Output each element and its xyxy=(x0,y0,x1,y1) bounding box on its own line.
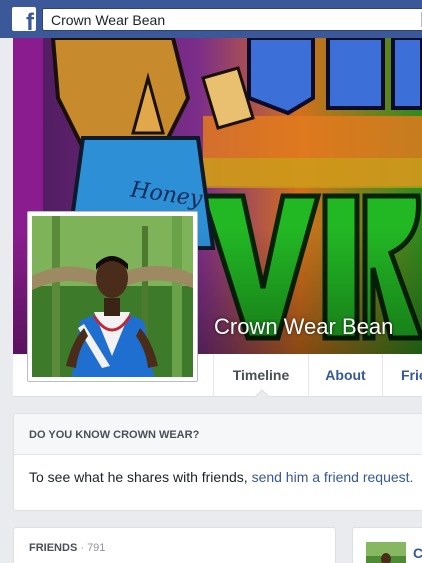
profile-name[interactable]: Crown Wear Bean xyxy=(214,314,393,340)
friends-separator: · xyxy=(77,542,88,554)
friends-box: FRIENDS · 791 xyxy=(13,527,336,563)
prompt-text: To see what he shares with friends, xyxy=(29,469,252,485)
avatar[interactable] xyxy=(366,542,406,563)
prompt-body: To see what he shares with friends, send… xyxy=(14,455,422,485)
timeline-post: C xyxy=(352,527,422,563)
avatar-photo xyxy=(366,542,406,563)
profile-photo xyxy=(32,216,193,377)
facebook-logo-icon[interactable]: f xyxy=(12,7,36,31)
prompt-title: DO YOU KNOW CROWN WEAR? xyxy=(14,414,422,455)
active-tab-caret-icon xyxy=(255,389,269,397)
add-friend-prompt: DO YOU KNOW CROWN WEAR? To see what he s… xyxy=(13,413,422,511)
search-input[interactable] xyxy=(43,9,413,30)
post-author-name[interactable]: C xyxy=(413,545,422,561)
tab-about[interactable]: About xyxy=(309,354,383,397)
top-nav-bar: f xyxy=(0,0,422,38)
send-friend-request-link[interactable]: send him a friend request. xyxy=(252,469,414,485)
friends-title[interactable]: FRIENDS xyxy=(29,542,77,554)
search-box[interactable] xyxy=(42,8,422,31)
tab-friends[interactable]: Friends xyxy=(383,354,422,397)
profile-picture[interactable] xyxy=(27,211,198,382)
friends-count: 791 xyxy=(87,542,106,554)
friends-heading[interactable]: FRIENDS · 791 xyxy=(29,542,105,554)
